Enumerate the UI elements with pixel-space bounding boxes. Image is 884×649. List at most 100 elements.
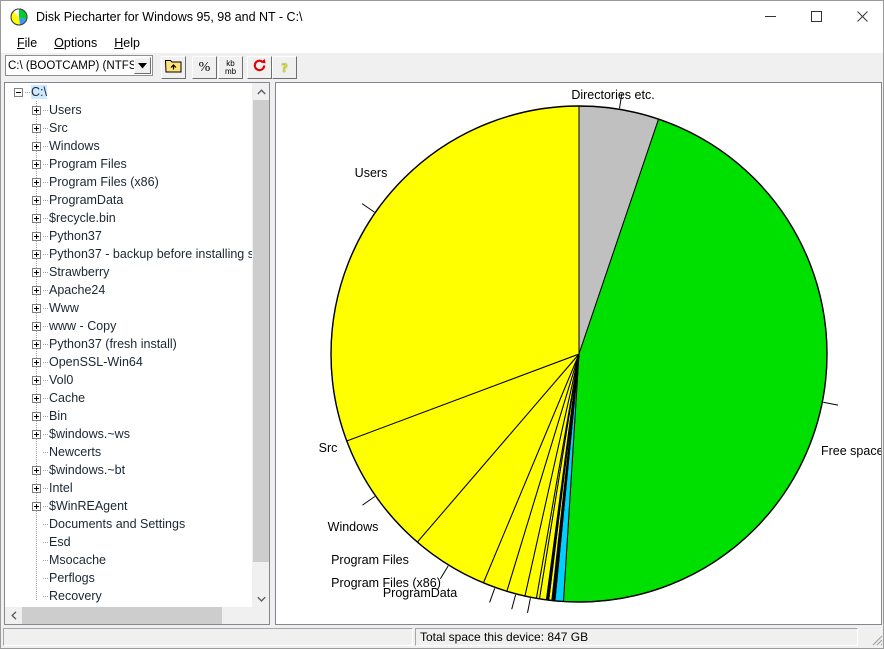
tree-item-label: Bin (49, 409, 68, 423)
scroll-up-icon[interactable] (253, 83, 269, 100)
expand-icon[interactable] (32, 105, 41, 115)
tree-item[interactable]: Windows (5, 137, 253, 155)
tree-item[interactable]: www - Copy (5, 317, 253, 335)
tree-item[interactable]: Vol0 (5, 371, 253, 389)
tree-item[interactable]: Python37 (fresh install) (5, 335, 253, 353)
pie-label: Directories etc. (571, 88, 654, 102)
menu-file[interactable]: File (9, 34, 46, 52)
kb-mb-button[interactable]: kb mb (218, 56, 243, 79)
tree-item[interactable]: Perflogs (5, 569, 253, 587)
tree-item[interactable]: Apache24 (5, 281, 253, 299)
tree-connector-dot (43, 200, 48, 201)
tree-item-label: Msocache (49, 553, 106, 567)
expand-icon[interactable] (32, 501, 41, 511)
refresh-button[interactable] (247, 56, 272, 79)
tree-connector-dot (43, 308, 48, 309)
tree-item[interactable]: Src (5, 119, 253, 137)
expand-icon[interactable] (32, 195, 41, 205)
tree-item-label: Www (49, 301, 79, 315)
expand-icon[interactable] (32, 285, 41, 295)
tree-item[interactable]: Esd (5, 533, 253, 551)
tree-connector-dot (43, 326, 48, 327)
collapse-icon[interactable] (14, 87, 23, 97)
expand-icon[interactable] (32, 339, 41, 349)
folder-tree[interactable]: C:\ Users Src Windows Program Files Program F… (5, 83, 253, 607)
scroll-left-icon[interactable] (5, 607, 22, 624)
tree-item[interactable]: Python37 - backup before installing sql (5, 245, 253, 263)
chevron-down-icon[interactable] (134, 57, 151, 74)
expand-icon[interactable] (32, 177, 41, 187)
expand-icon[interactable] (32, 483, 41, 493)
tree-item-label: Strawberry (49, 265, 110, 279)
expand-icon[interactable] (32, 303, 41, 313)
tree-item[interactable]: Intel (5, 479, 253, 497)
window-title: Disk Piecharter for Windows 95, 98 and N… (36, 9, 303, 24)
expand-icon[interactable] (32, 267, 41, 277)
expand-icon[interactable] (32, 357, 41, 367)
tree-connector-dot (43, 488, 48, 489)
tree-horizontal-scrollbar[interactable] (5, 607, 269, 624)
tree-item[interactable]: Python37 (5, 227, 253, 245)
tree-item-label: Newcerts (49, 445, 102, 459)
tree-item[interactable]: Program Files (5, 155, 253, 173)
tree-item[interactable]: Cache (5, 389, 253, 407)
tree-item[interactable]: $recycle.bin (5, 209, 253, 227)
help-button[interactable]: ? (272, 56, 297, 79)
tree-item[interactable]: Newcerts (5, 443, 253, 461)
horizontal-scroll-thumb[interactable] (22, 607, 222, 624)
tree-item[interactable]: Msocache (5, 551, 253, 569)
pie-leader-line (511, 594, 517, 610)
tree-item[interactable]: Program Files (x86) (5, 173, 253, 191)
tree-vertical-scrollbar[interactable] (252, 83, 269, 607)
expand-icon[interactable] (32, 231, 41, 241)
tree-item[interactable]: $windows.~ws (5, 425, 253, 443)
expand-icon[interactable] (32, 429, 41, 439)
tree-item[interactable]: Www (5, 299, 253, 317)
tree-item-label: Vol0 (49, 373, 74, 387)
tree-item[interactable]: Strawberry (5, 263, 253, 281)
tree-item-label: Intel (49, 481, 73, 495)
up-folder-button[interactable] (161, 56, 186, 79)
tree-item[interactable]: Users (5, 101, 253, 119)
vertical-scroll-thumb[interactable] (253, 100, 269, 562)
tree-item[interactable]: Documents and Settings (5, 515, 253, 533)
tree-item-label: ProgramData (49, 193, 124, 207)
tree-item[interactable]: Recovery (5, 587, 253, 605)
tree-connector-dot (43, 596, 48, 597)
menu-help[interactable]: Help (106, 34, 149, 52)
expand-icon[interactable] (32, 123, 41, 133)
tree-item[interactable]: $WinREAgent (5, 497, 253, 515)
expand-icon[interactable] (32, 375, 41, 385)
tree-item-label: Python37 (fresh install) (49, 337, 177, 351)
resize-grip-icon[interactable] (869, 632, 883, 646)
folder-up-icon (164, 58, 182, 78)
tree-item[interactable]: ProgramData (5, 191, 253, 209)
expand-icon[interactable] (32, 321, 41, 331)
expand-icon[interactable] (32, 159, 41, 169)
pie-label: Src (319, 441, 338, 455)
tree-item-root[interactable]: C:\ (5, 83, 253, 101)
expand-icon[interactable] (32, 411, 41, 421)
expand-icon[interactable] (32, 249, 41, 259)
percent-button[interactable]: % (192, 56, 217, 79)
tree-item[interactable]: Bin (5, 407, 253, 425)
scroll-down-icon[interactable] (253, 590, 269, 607)
tree-connector-dot (43, 344, 48, 345)
menu-options[interactable]: Options (46, 34, 106, 52)
close-button[interactable] (839, 1, 883, 32)
kb-mb-icon: kb mb (224, 58, 237, 76)
minimize-button[interactable] (747, 1, 793, 32)
scrollbar-corner (252, 607, 269, 624)
tree-item[interactable]: $windows.~bt (5, 461, 253, 479)
expand-icon[interactable] (32, 393, 41, 403)
expand-icon[interactable] (32, 213, 41, 223)
tree-item-label: Apache24 (49, 283, 106, 297)
tree-item-label: C:\ (31, 85, 47, 99)
expand-icon[interactable] (32, 141, 41, 151)
drive-select[interactable]: C:\ (BOOTCAMP) (NTFS) (5, 55, 153, 76)
tree-item[interactable]: OpenSSL-Win64 (5, 353, 253, 371)
expand-icon[interactable] (32, 465, 41, 475)
maximize-button[interactable] (793, 1, 839, 32)
tree-connector-dot (43, 290, 48, 291)
tree-item-label: Python37 (49, 229, 102, 243)
